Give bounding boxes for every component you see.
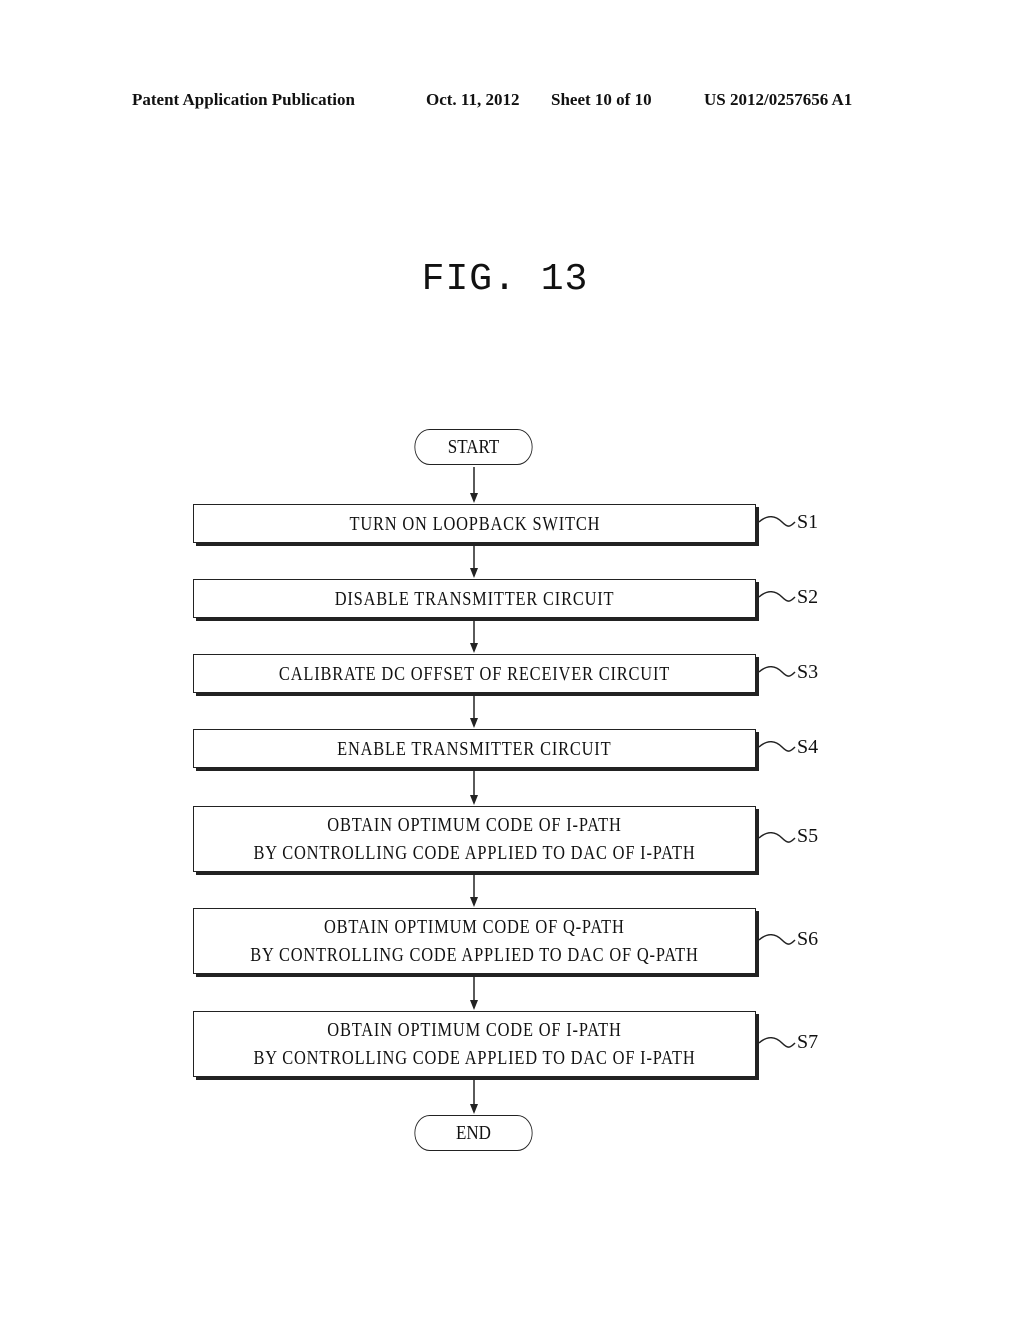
leader-squiggle: [758, 666, 796, 677]
step-text: CALIBRATE DC OFFSET OF RECEIVER CIRCUIT: [278, 662, 671, 685]
step-text-line-2: BY CONTROLLING CODE APPLIED TO DAC OF Q-…: [250, 944, 699, 966]
arrow-head-icon: [470, 568, 478, 578]
leader-squiggle: [758, 591, 796, 602]
arrow-head-icon: [470, 1000, 478, 1010]
step-text-line-2: BY CONTROLLING CODE APPLIED TO DAC OF I-…: [253, 1047, 696, 1069]
arrow-head-icon: [470, 643, 478, 653]
step-box-s6: OBTAIN OPTIMUM CODE OF Q-PATH BY CONTROL…: [193, 908, 756, 974]
step-label-s4: S4: [797, 736, 819, 758]
step-text-line-1: OBTAIN OPTIMUM CODE OF I-PATH: [327, 1019, 622, 1041]
step-box-s3: CALIBRATE DC OFFSET OF RECEIVER CIRCUIT: [193, 654, 756, 693]
end-terminal: END: [414, 1115, 533, 1151]
leader-squiggle: [758, 934, 796, 945]
start-terminal: START: [414, 429, 533, 465]
leader-squiggle: [758, 741, 796, 752]
step-label-s5: S5: [797, 825, 819, 847]
arrow-head-icon: [470, 897, 478, 907]
leader-squiggle: [758, 516, 796, 527]
step-text-line-1: OBTAIN OPTIMUM CODE OF Q-PATH: [324, 916, 625, 938]
leader-squiggle: [758, 832, 796, 843]
step-text: DISABLE TRANSMITTER CIRCUIT: [334, 587, 615, 610]
step-box-s1: TURN ON LOOPBACK SWITCH: [193, 504, 756, 543]
step-label-s6: S6: [797, 928, 819, 950]
step-label-s1: S1: [797, 511, 819, 533]
step-box-s5: OBTAIN OPTIMUM CODE OF I-PATH BY CONTROL…: [193, 806, 756, 872]
step-text: ENABLE TRANSMITTER CIRCUIT: [337, 737, 612, 760]
step-box-s4: ENABLE TRANSMITTER CIRCUIT: [193, 729, 756, 768]
arrow-head-icon: [470, 795, 478, 805]
arrow-head-icon: [470, 718, 478, 728]
leader-squiggle: [758, 1037, 796, 1048]
step-text-line-2: BY CONTROLLING CODE APPLIED TO DAC OF I-…: [253, 842, 696, 864]
step-box-s2: DISABLE TRANSMITTER CIRCUIT: [193, 579, 756, 618]
step-label-s3: S3: [797, 661, 819, 683]
step-label-s7: S7: [797, 1031, 819, 1053]
step-box-s7: OBTAIN OPTIMUM CODE OF I-PATH BY CONTROL…: [193, 1011, 756, 1077]
arrow-head-icon: [470, 493, 478, 503]
arrow-head-icon: [470, 1104, 478, 1114]
step-label-s2: S2: [797, 586, 819, 608]
step-text: TURN ON LOOPBACK SWITCH: [349, 512, 600, 535]
step-text-line-1: OBTAIN OPTIMUM CODE OF I-PATH: [327, 814, 622, 836]
